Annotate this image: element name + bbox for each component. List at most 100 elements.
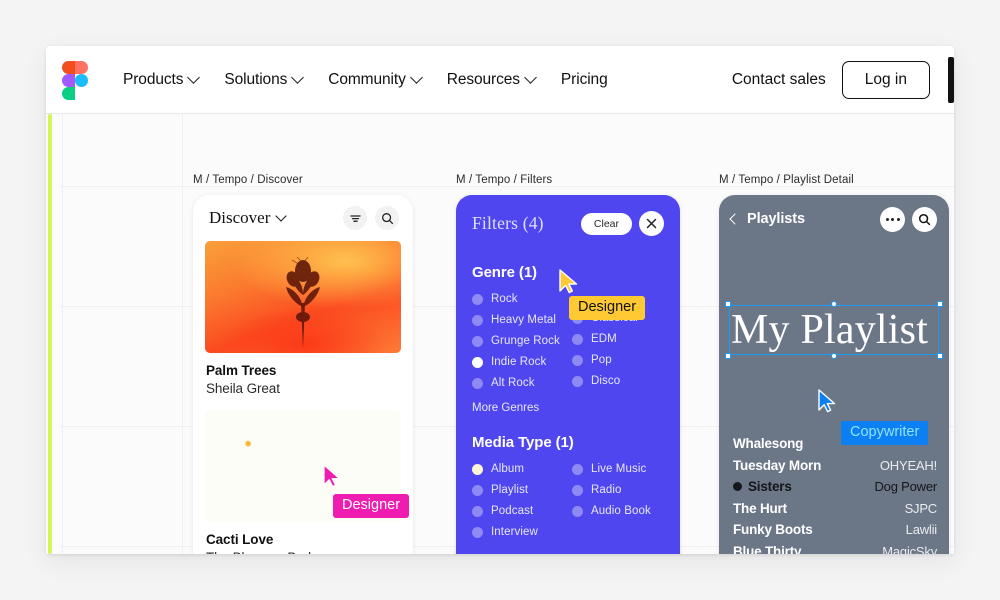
screenshot-root: Products Solutions Community Resources P… — [0, 0, 1000, 600]
track-name: Blue Thirty — [733, 543, 802, 554]
track-row[interactable]: Funky Boots Lawlii — [733, 519, 937, 541]
radio-dot-icon — [472, 484, 483, 496]
filter-option-grunge-rock[interactable]: Grunge Rock — [472, 335, 564, 347]
track-row-selected[interactable]: Sisters Dog Power — [733, 476, 937, 498]
track-name: Sisters — [733, 479, 792, 494]
chevron-down-icon — [524, 71, 537, 84]
chevron-left-icon — [729, 213, 741, 225]
option-label: Pop — [591, 354, 612, 366]
nav-item-community[interactable]: Community — [315, 63, 433, 97]
nav-right-actions: Contact sales Log in — [732, 46, 954, 114]
genre-column-left: Rock Heavy Metal Grunge Rock Indie Rock … — [472, 293, 564, 398]
cursor-arrow-icon — [818, 389, 836, 413]
plant-silhouette-icon — [286, 256, 320, 349]
more-options-icon[interactable] — [880, 206, 905, 232]
radio-dot-icon — [572, 354, 583, 366]
login-button[interactable]: Log in — [841, 61, 930, 99]
filter-option-disco[interactable]: Disco — [572, 375, 664, 387]
track-artist: Lawlii — [905, 522, 938, 538]
filter-option-alt-rock[interactable]: Alt Rock — [472, 377, 564, 389]
media-card[interactable]: Palm Trees Sheila Great — [193, 241, 413, 396]
browser-page-card: Products Solutions Community Resources P… — [46, 46, 954, 554]
filters-device-mockup: Filters (4) Clear Genre (1) Rock Heavy M… — [456, 195, 680, 554]
filter-option-radio[interactable]: Radio — [572, 484, 664, 496]
track-name: Whalesong — [733, 436, 804, 452]
cursor-arrow-icon — [559, 269, 578, 294]
nav-item-resources[interactable]: Resources — [434, 63, 548, 97]
track-artist: SJPC — [904, 500, 938, 516]
playlist-device-mockup: Playlists My Playlist Whalesong Tuesday … — [719, 195, 949, 554]
filter-option-pop[interactable]: Pop — [572, 354, 664, 366]
track-row[interactable]: Tuesday Morn OHYEAH! — [733, 455, 937, 477]
option-label: Heavy Metal — [491, 314, 557, 326]
media-card[interactable]: Cacti Love The Blossom Buds — [193, 410, 413, 554]
discover-title-dropdown[interactable]: Discover — [209, 208, 288, 228]
filter-option-audio-book[interactable]: Audio Book — [572, 505, 664, 517]
figma-logo-icon[interactable] — [62, 60, 88, 100]
cursor-label-designer-yellow: Designer — [569, 296, 646, 320]
search-icon[interactable] — [912, 206, 937, 232]
more-genres-link[interactable]: More Genres — [472, 402, 664, 414]
discover-actions — [343, 206, 399, 230]
filter-icon[interactable] — [343, 206, 367, 230]
track-artist: OHYEAH! — [879, 457, 937, 473]
resize-handle[interactable] — [831, 301, 837, 307]
cursor-arrow-icon — [323, 464, 341, 488]
resize-handle[interactable] — [937, 301, 943, 307]
back-label: Playlists — [747, 211, 805, 227]
chevron-down-icon — [291, 71, 305, 84]
search-icon[interactable] — [375, 206, 399, 230]
playlist-title: My Playlist — [731, 307, 929, 353]
resize-handle[interactable] — [725, 353, 731, 359]
media-artwork-sunset-plant — [205, 241, 401, 353]
option-label: Playlist — [491, 484, 529, 496]
cursor-pink-designer — [322, 464, 344, 488]
nav-item-solutions[interactable]: Solutions — [211, 63, 315, 97]
resize-handle[interactable] — [831, 353, 837, 359]
filter-option-edm[interactable]: EDM — [572, 333, 664, 345]
nav-item-products[interactable]: Products — [110, 63, 211, 97]
filter-option-playlist[interactable]: Playlist — [472, 484, 564, 496]
filter-option-live-music[interactable]: Live Music — [572, 463, 664, 475]
radio-dot-icon — [572, 484, 583, 496]
filter-option-podcast[interactable]: Podcast — [472, 505, 564, 517]
top-navigation-bar: Products Solutions Community Resources P… — [46, 46, 954, 114]
clear-filters-button[interactable]: Clear — [580, 212, 632, 235]
nav-links: Products Solutions Community Resources P… — [110, 63, 621, 97]
option-label: Audio Book — [591, 505, 651, 517]
option-label: Podcast — [491, 505, 534, 517]
radio-dot-icon — [472, 335, 483, 347]
filter-option-indie-rock[interactable]: Indie Rock — [472, 356, 564, 368]
frame-label-discover: M / Tempo / Discover — [193, 174, 303, 186]
option-label: EDM — [591, 333, 617, 345]
frame-playlist-detail[interactable]: M / Tempo / Playlist Detail Playlists My… — [719, 174, 954, 554]
media-title: Cacti Love — [206, 532, 274, 547]
track-row[interactable]: The Hurt SJPC — [733, 498, 937, 520]
option-label: Disco — [591, 375, 621, 387]
filter-option-heavy-metal[interactable]: Heavy Metal — [472, 314, 564, 326]
filter-option-interview[interactable]: Interview — [472, 526, 564, 538]
filter-option-album[interactable]: Album — [472, 463, 564, 475]
back-to-playlists-button[interactable]: Playlists — [729, 211, 805, 227]
contact-sales-link[interactable]: Contact sales — [732, 71, 826, 89]
nav-item-pricing[interactable]: Pricing — [548, 63, 621, 97]
resize-handle[interactable] — [937, 353, 943, 359]
discover-header: Discover — [193, 195, 413, 241]
radio-dot-icon — [472, 377, 483, 389]
option-label: Album — [491, 463, 525, 475]
option-label: Alt Rock — [491, 377, 535, 389]
track-artist: MagicSky — [882, 543, 937, 554]
now-playing-dot-icon — [733, 482, 742, 492]
playlist-header: Playlists — [719, 195, 949, 243]
cursor-blue-copywriter — [817, 389, 839, 413]
resize-handle[interactable] — [725, 301, 731, 307]
track-name: Tuesday Morn — [733, 457, 822, 473]
filter-option-rock[interactable]: Rock — [472, 293, 564, 305]
frame-filters[interactable]: M / Tempo / Filters Filters (4) Clear Ge… — [456, 174, 688, 554]
close-icon[interactable] — [639, 211, 664, 236]
grid-line — [62, 114, 63, 554]
playlist-title-selection[interactable]: My Playlist — [725, 301, 943, 359]
nav-label: Products — [123, 70, 184, 88]
track-row[interactable]: Blue Thirty MagicSky — [733, 541, 937, 554]
media-column-right: Live Music Radio Audio Book — [572, 463, 664, 547]
